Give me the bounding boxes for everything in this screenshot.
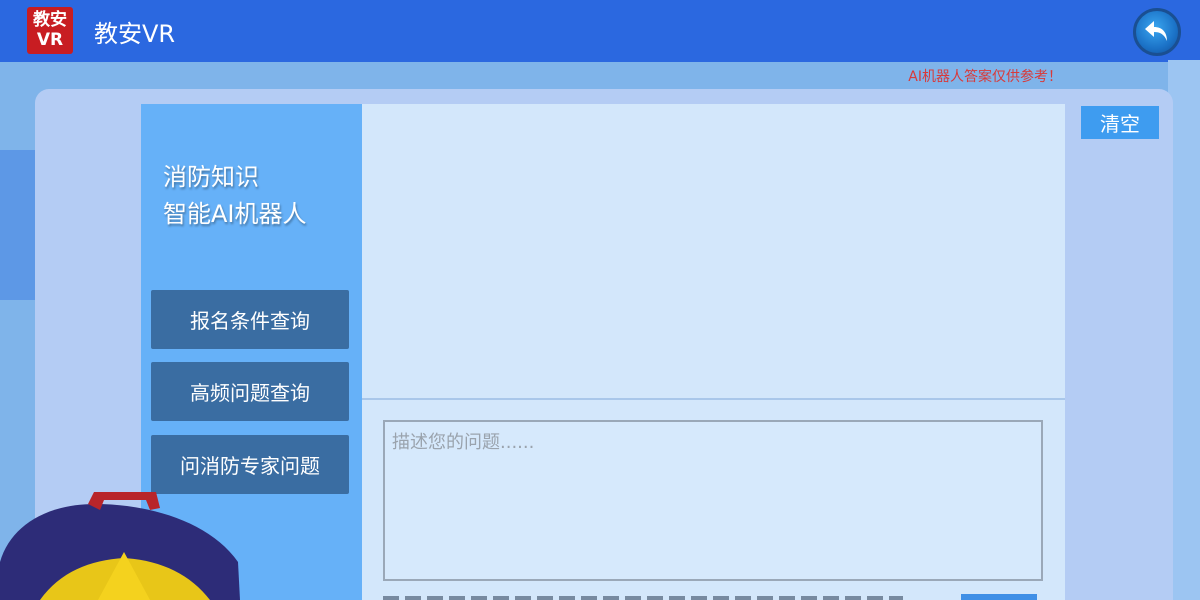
undo-arrow-icon [1145, 21, 1167, 41]
hint-text-cropped [383, 596, 903, 600]
disclaimer-text: AI机器人答案仅供参考！ [908, 69, 1062, 85]
ask-expert-button[interactable]: 问消防专家问题 [151, 435, 349, 494]
logo-line-2: VR [36, 30, 64, 50]
registration-query-button[interactable]: 报名条件查询 [151, 290, 349, 349]
firefighter-mascot [0, 492, 240, 600]
chat-messages-area [362, 104, 1065, 398]
faq-query-button[interactable]: 高频问题查询 [151, 362, 349, 421]
logo-line-1: 教安 [33, 10, 67, 30]
clear-button[interactable]: 清空 [1081, 106, 1159, 139]
panel-heading: 消防知识 智能AI机器人 [163, 159, 307, 233]
top-bar: 教安 VR 教安VR [0, 0, 1200, 62]
background-shape [0, 150, 40, 300]
question-input[interactable] [383, 420, 1043, 581]
app-logo: 教安 VR [27, 7, 73, 54]
back-button[interactable] [1133, 8, 1181, 56]
input-area [362, 400, 1065, 600]
panel-heading-line-2: 智能AI机器人 [163, 200, 307, 228]
panel-heading-line-1: 消防知识 [163, 163, 259, 191]
send-button[interactable] [961, 594, 1037, 600]
app-title: 教安VR [94, 20, 176, 48]
